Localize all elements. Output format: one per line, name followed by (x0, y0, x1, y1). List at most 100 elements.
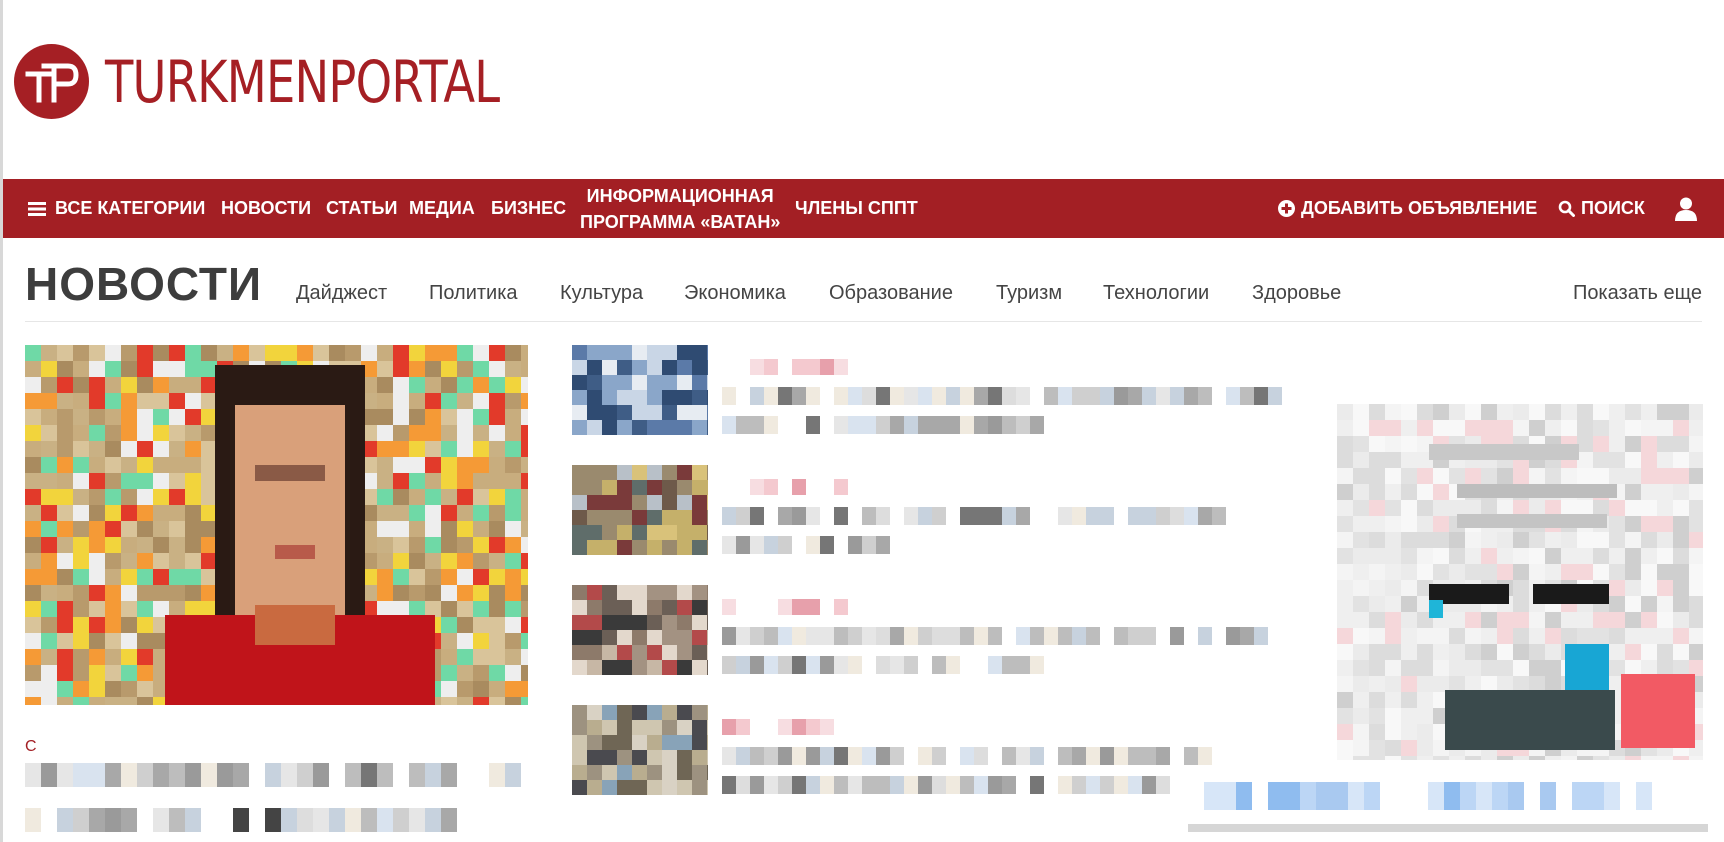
news-category[interactable] (722, 599, 848, 615)
advertisement-banner[interactable] (1337, 404, 1703, 760)
pixel-block (89, 441, 105, 457)
pixel-block (1142, 747, 1156, 765)
pixel-block (25, 409, 41, 425)
news-title-line1[interactable] (722, 507, 1250, 525)
news-thumbnail[interactable] (572, 585, 708, 675)
news-thumbnail[interactable] (572, 705, 708, 795)
subnav-technology[interactable]: Технологии (1103, 282, 1209, 305)
pixel-block (647, 750, 662, 765)
nav-news[interactable]: НОВОСТИ (221, 198, 311, 219)
nav-all-categories[interactable]: ВСЕ КАТЕГОРИИ (28, 198, 205, 219)
pixel-block (1401, 580, 1417, 596)
pixel-block (185, 393, 201, 409)
pixel-block (1369, 468, 1385, 484)
news-category[interactable] (722, 479, 848, 495)
pixel-block (25, 393, 41, 409)
pixel-block (1449, 644, 1465, 660)
pixel-block (57, 569, 73, 585)
pixel-block (1369, 596, 1385, 612)
nav-media[interactable]: МЕДИА (409, 198, 475, 219)
pixel-block (185, 808, 201, 832)
pixel-block (377, 345, 393, 361)
news-list-item[interactable] (572, 705, 1278, 805)
pixel-block (602, 780, 617, 795)
pixel-block (617, 780, 632, 795)
pixel-block (473, 633, 489, 649)
subnav-health[interactable]: Здоровье (1252, 282, 1341, 305)
pixel-block (121, 377, 137, 393)
pixel-block (862, 416, 876, 434)
pixel-block (105, 553, 121, 569)
pixel-block (960, 747, 974, 765)
news-title-line2[interactable] (722, 656, 1068, 674)
pixel-block (89, 393, 105, 409)
search-button[interactable]: ПОИСК (1558, 198, 1645, 219)
pixel-block (505, 361, 521, 377)
pixel-block (1449, 548, 1465, 564)
pixel-block (904, 776, 918, 794)
pixel-block (1593, 612, 1609, 628)
featured-story-title-line2[interactable] (25, 808, 457, 832)
pixel-block (185, 553, 201, 569)
news-title-line1[interactable] (722, 747, 1218, 765)
add-listing-button[interactable]: ДОБАВИТЬ ОБЪЯВЛЕНИЕ (1278, 198, 1537, 219)
featured-story-image[interactable] (25, 345, 528, 705)
pixel-block (677, 720, 692, 735)
site-logo[interactable]: TURKMENPORTAL (14, 44, 598, 119)
pixel-block (73, 377, 89, 393)
pixel-block (1353, 404, 1369, 420)
subnav-culture[interactable]: Культура (560, 282, 643, 305)
news-title-line1[interactable] (722, 387, 1282, 405)
pixel-block (647, 405, 662, 420)
subnav-politics[interactable]: Политика (429, 282, 518, 305)
pixel-block (1449, 612, 1465, 628)
news-list-item[interactable] (572, 465, 1278, 565)
featured-story-title-line1[interactable] (25, 763, 521, 787)
pixel-block (778, 507, 792, 525)
advertisement-link[interactable] (1188, 782, 1652, 810)
pixel-block (1561, 756, 1577, 760)
pixel-block (1369, 644, 1385, 660)
news-title-line2[interactable] (722, 776, 1170, 794)
news-title-line1[interactable] (722, 627, 1268, 645)
pixel-block (41, 473, 57, 489)
news-category[interactable] (722, 359, 848, 375)
nav-business[interactable]: БИЗНЕС (491, 198, 566, 219)
pixel-block (692, 360, 707, 375)
news-thumbnail[interactable] (572, 345, 708, 435)
news-category[interactable] (722, 719, 842, 735)
pixel-block (121, 489, 137, 505)
pixel-block (25, 585, 41, 601)
pixel-block (662, 465, 677, 480)
pixel-block (153, 763, 169, 787)
news-thumbnail[interactable] (572, 465, 708, 555)
show-more-link[interactable]: Показать еще (1573, 282, 1702, 305)
pixel-block (806, 536, 820, 554)
nav-vatan-program[interactable]: ИНФОРМАЦИОННАЯ ПРОГРАММА «ВАТАН» (580, 183, 780, 235)
nav-articles[interactable]: СТАТЬИ (326, 198, 397, 219)
subnav-digest[interactable]: Дайджест (296, 282, 387, 305)
subnav-education[interactable]: Образование (829, 282, 953, 305)
nav-members[interactable]: ЧЛЕНЫ СППТ (795, 198, 918, 219)
pixel-block (1609, 644, 1625, 660)
pixel-block (505, 425, 521, 441)
news-list-item[interactable] (572, 345, 1282, 445)
pixel-block (89, 489, 105, 505)
user-account-button[interactable] (1675, 197, 1697, 221)
pixel-block (1657, 436, 1673, 452)
pixel-block (185, 569, 201, 585)
featured-story-category[interactable]: С (25, 738, 37, 756)
pixel-block (1625, 756, 1641, 760)
pixel-block (153, 569, 169, 585)
news-list-item[interactable] (572, 585, 1278, 685)
subnav-economy[interactable]: Экономика (684, 282, 786, 305)
subnav-tourism[interactable]: Туризм (996, 282, 1062, 305)
pixel-block (750, 479, 764, 495)
pixel-block (834, 359, 848, 375)
news-title-line2[interactable] (722, 536, 890, 554)
pixel-block (647, 465, 662, 480)
news-title-line2[interactable] (722, 416, 1044, 434)
pixel-block (393, 345, 409, 361)
pixel-block (1128, 507, 1142, 525)
pixel-block (409, 393, 425, 409)
